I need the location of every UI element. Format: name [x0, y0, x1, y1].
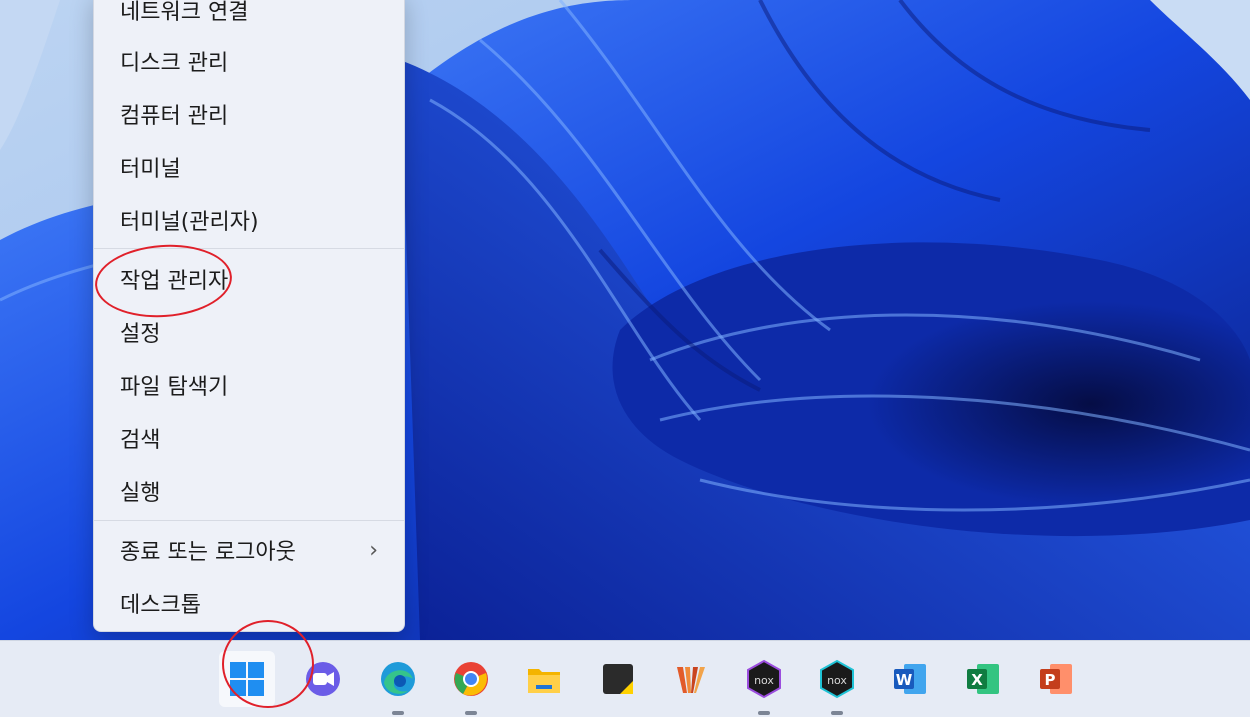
menu-item-label: 파일 탐색기	[120, 375, 229, 400]
edge-icon	[381, 662, 415, 696]
menu-item-shutdown-signout[interactable]: 종료 또는 로그아웃 ›	[94, 527, 404, 573]
annotation-circle-start-button	[222, 620, 314, 708]
menu-item-label: 네트워크 연결	[120, 0, 249, 25]
menu-item-label: 설정	[120, 322, 161, 347]
excel-letter: X	[971, 671, 983, 689]
file-explorer-icon	[528, 669, 560, 693]
sticky-notes-icon	[603, 664, 633, 694]
running-indicator	[831, 711, 843, 715]
svg-text:nox: nox	[827, 674, 847, 687]
menu-item-label: 터미널(관리자)	[120, 210, 259, 235]
menu-item-label: 터미널	[120, 157, 181, 182]
menu-item-run[interactable]: 실행	[94, 468, 404, 514]
excel-icon: X	[967, 664, 999, 694]
nox-player-icon: nox	[747, 659, 781, 699]
taskbar-nox-player[interactable]: nox	[736, 651, 792, 715]
word-letter: W	[896, 671, 913, 689]
menu-item-network-connections[interactable]: 네트워크 연결	[94, 0, 404, 33]
menu-item-computer-management[interactable]: 컴퓨터 관리	[94, 91, 404, 137]
taskbar-nox-multi[interactable]: nox	[809, 651, 865, 715]
taskbar-edge[interactable]	[370, 651, 426, 715]
nox-multi-icon: nox	[820, 659, 854, 699]
menu-item-label: 검색	[120, 428, 161, 453]
chevron-right-icon: ›	[369, 537, 378, 563]
taskbar: nox nox W X P	[0, 640, 1250, 717]
menu-item-label: 실행	[120, 481, 161, 506]
taskbar-vegas-pro[interactable]	[663, 651, 719, 707]
menu-separator	[94, 520, 404, 521]
taskbar-file-explorer[interactable]	[516, 651, 572, 707]
vegas-pro-icon	[677, 667, 705, 693]
menu-item-label: 컴퓨터 관리	[120, 104, 229, 129]
svg-text:nox: nox	[754, 674, 774, 687]
menu-item-terminal[interactable]: 터미널	[94, 144, 404, 190]
taskbar-sticky-notes[interactable]	[590, 651, 646, 707]
menu-item-label: 종료 또는 로그아웃	[120, 540, 296, 565]
chrome-icon	[454, 662, 488, 696]
running-indicator	[392, 711, 404, 715]
menu-item-search[interactable]: 검색	[94, 415, 404, 461]
menu-item-label: 데스크톱	[120, 593, 201, 618]
menu-item-desktop[interactable]: 데스크톱	[94, 580, 404, 626]
powerpoint-icon: P	[1040, 664, 1072, 694]
running-indicator	[465, 711, 477, 715]
running-indicator	[758, 711, 770, 715]
taskbar-excel[interactable]: X	[955, 651, 1011, 707]
menu-item-label: 디스크 관리	[120, 51, 229, 76]
taskbar-chrome[interactable]	[443, 651, 499, 715]
powerpoint-letter: P	[1045, 671, 1056, 689]
menu-item-disk-management[interactable]: 디스크 관리	[94, 38, 404, 84]
menu-item-terminal-admin[interactable]: 터미널(관리자)	[94, 197, 404, 243]
taskbar-word[interactable]: W	[882, 651, 938, 707]
menu-item-file-explorer[interactable]: 파일 탐색기	[94, 362, 404, 408]
word-icon: W	[894, 664, 926, 694]
taskbar-powerpoint[interactable]: P	[1028, 651, 1084, 707]
